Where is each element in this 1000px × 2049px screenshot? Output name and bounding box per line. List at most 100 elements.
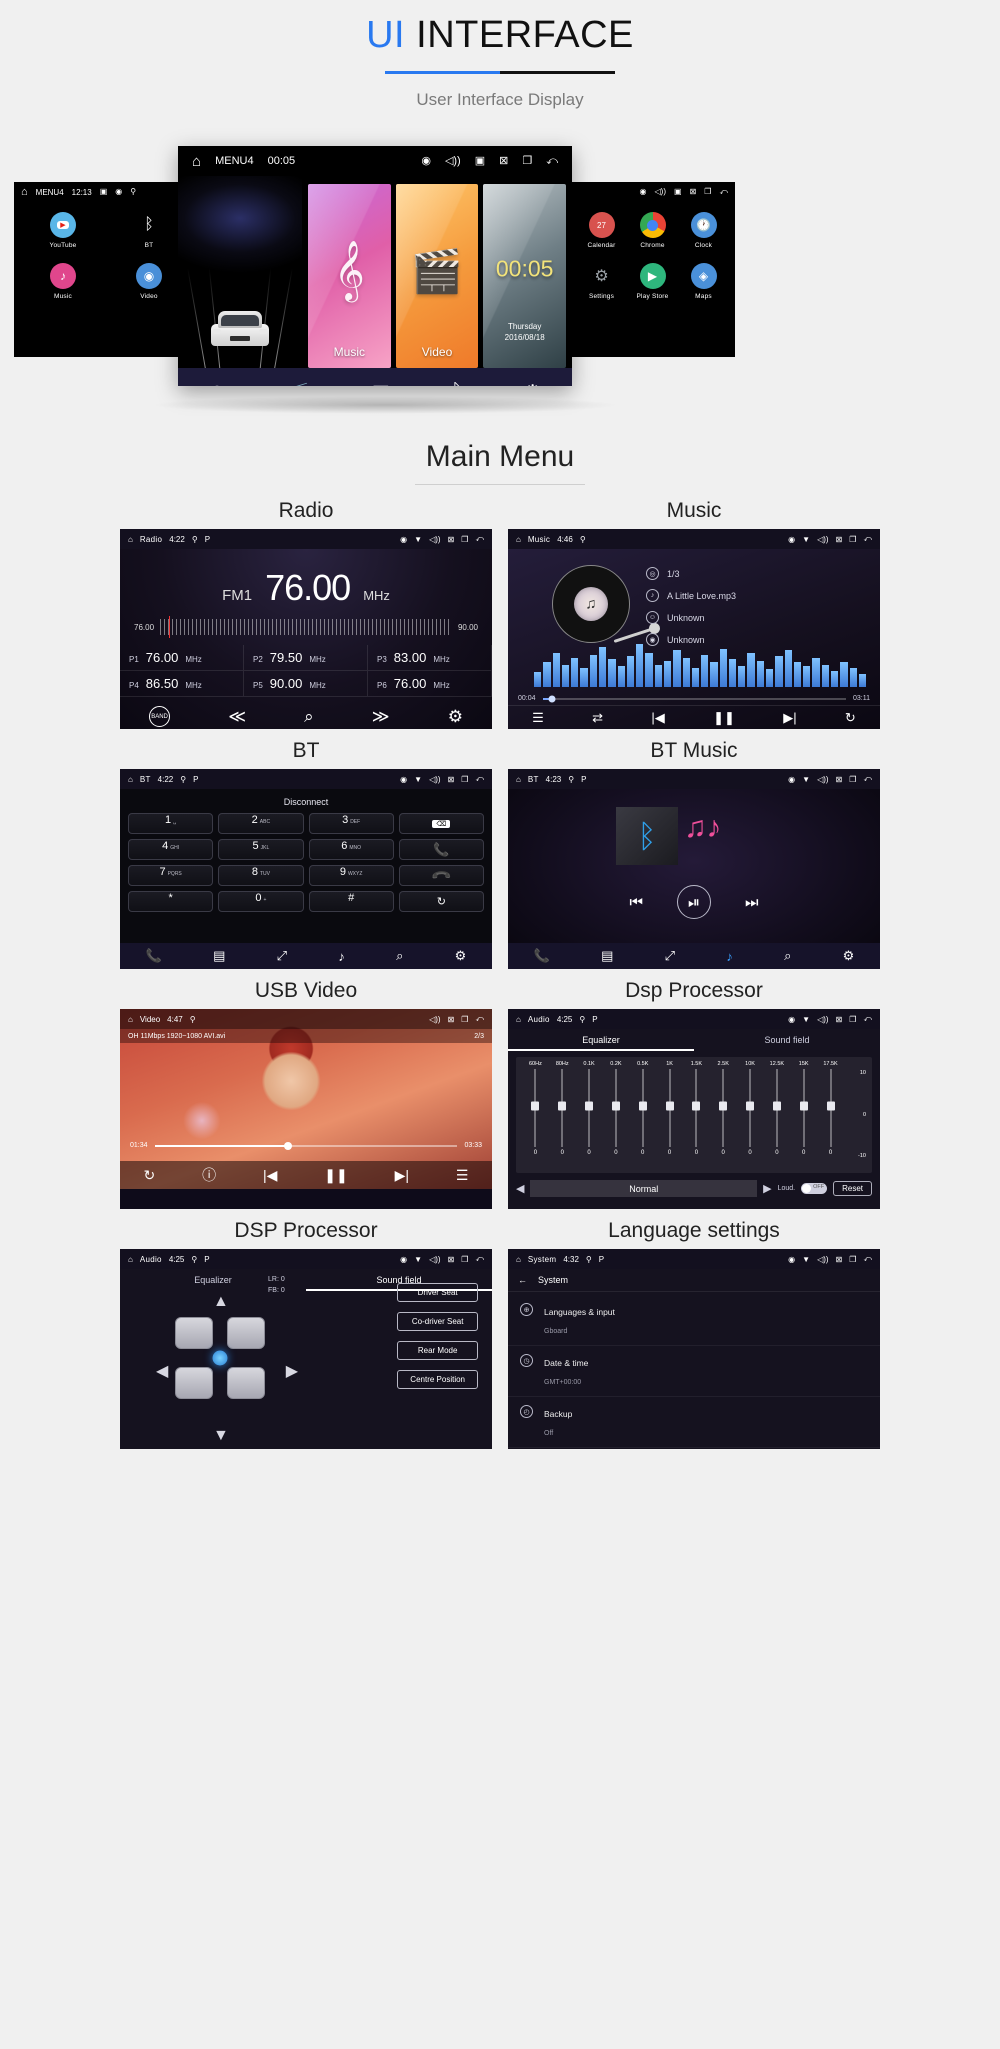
previous-icon[interactable]: ⏮ bbox=[629, 894, 643, 911]
eq-band-column[interactable]: 1K 0 bbox=[656, 1061, 683, 1173]
contacts-icon[interactable]: ▤ bbox=[213, 948, 225, 964]
eq-slider-track[interactable] bbox=[746, 1069, 755, 1147]
volume-icon[interactable]: ◁)) bbox=[429, 1015, 440, 1024]
recents-icon[interactable]: ❐ bbox=[461, 1015, 468, 1024]
close-icon[interactable]: ⊠ bbox=[448, 1255, 455, 1264]
play-pause-icon[interactable]: ⏯ bbox=[677, 885, 711, 919]
camera-icon[interactable]: ▣ bbox=[475, 155, 485, 167]
key-0[interactable]: 0 + bbox=[218, 891, 304, 912]
home-icon[interactable]: ⌂ bbox=[516, 535, 521, 544]
screen-usb-video[interactable]: ⌂ Video 4:47 ⚲ ◁)) ⊠ ❐ ⤺ OH 11Mbps 1920~… bbox=[120, 1009, 492, 1209]
eq-slider-thumb[interactable] bbox=[772, 1101, 781, 1111]
back-icon[interactable]: ⤺ bbox=[863, 774, 872, 784]
volume-icon[interactable]: ◁)) bbox=[429, 775, 440, 784]
key-6[interactable]: 6 MNO bbox=[308, 839, 394, 860]
arrow-right-icon[interactable]: ▶ bbox=[286, 1361, 298, 1381]
screen-dsp-equalizer[interactable]: ⌂ Audio 4:25 ⚲ P ◉ ▼ ◁)) ⊠ ❐ ⤺ Equalizer… bbox=[508, 1009, 880, 1209]
arrow-up-icon[interactable]: ▲ bbox=[213, 1293, 229, 1311]
screen-bt-music[interactable]: ⌂ BT 4:23 ⚲ P ◉ ▼ ◁)) ⊠ ❐ ⤺ ᛒ ♫♪ ⏮ ⏯ ⏭ 📞… bbox=[508, 769, 880, 969]
driver-seat-button[interactable]: Driver Seat bbox=[397, 1283, 478, 1302]
screen-radio[interactable]: ⌂ Radio 4:22 ⚲ P ◉ ▼ ◁)) ⊠ ❐ ⤺ FM1 76.00… bbox=[120, 529, 492, 729]
camera-icon[interactable]: ▣ bbox=[100, 188, 108, 196]
phone-icon[interactable]: 📞 bbox=[146, 948, 162, 964]
eq-band-column[interactable]: 0.5K 0 bbox=[629, 1061, 656, 1173]
key-7[interactable]: 7 PQRS bbox=[128, 865, 214, 886]
app-clock[interactable]: 🕐 Clock bbox=[680, 212, 727, 249]
back-icon[interactable]: ⤺ bbox=[475, 774, 484, 784]
home-icon[interactable]: ⌂ bbox=[516, 1255, 521, 1264]
arrow-right-icon[interactable]: ▶ bbox=[763, 1182, 771, 1195]
eq-slider-track[interactable] bbox=[692, 1069, 701, 1147]
call-accept-icon[interactable]: 📞 bbox=[398, 839, 484, 860]
back-icon[interactable]: ⤺ bbox=[863, 534, 872, 544]
tab-equalizer[interactable]: Equalizer bbox=[508, 1029, 694, 1051]
eq-band-column[interactable]: 1.5K 0 bbox=[683, 1061, 710, 1173]
recents-icon[interactable]: ❐ bbox=[849, 535, 856, 544]
card-video[interactable]: 🎬 Video bbox=[395, 184, 479, 368]
repeat-icon[interactable]: ↻ bbox=[845, 710, 856, 726]
bt-music-icon[interactable]: ♪ bbox=[338, 949, 345, 964]
eq-band-column[interactable]: 0.1K 0 bbox=[576, 1061, 603, 1173]
eq-slider-thumb[interactable] bbox=[746, 1101, 755, 1111]
back-icon[interactable]: ⤺ bbox=[719, 188, 728, 196]
eq-band-column[interactable]: 15K 0 bbox=[790, 1061, 817, 1173]
card-music[interactable]: 𝄞 Music bbox=[308, 184, 391, 368]
video-progress[interactable]: 01:34 03:33 bbox=[130, 1141, 482, 1150]
screen-dsp-sound-field[interactable]: ⌂ Audio 4:25 ⚲ P ◉ ▼ ◁)) ⊠ ❐ ⤺ Equalizer… bbox=[120, 1249, 492, 1449]
camera-icon[interactable]: ▣ bbox=[674, 188, 682, 196]
sound-field-stage[interactable]: ▲ ▼ ◀ ▶ bbox=[120, 1291, 320, 1449]
close-icon[interactable]: ⊠ bbox=[836, 1015, 843, 1024]
rear-mode-button[interactable]: Rear Mode bbox=[397, 1341, 478, 1360]
eq-slider-track[interactable] bbox=[665, 1069, 674, 1147]
home-icon[interactable]: ⌂ bbox=[128, 775, 133, 784]
home-icon[interactable]: ⌂ bbox=[192, 154, 201, 169]
seat-front-left[interactable] bbox=[175, 1317, 213, 1349]
gear-icon[interactable]: ⚙ bbox=[843, 948, 855, 964]
recents-icon[interactable]: ❐ bbox=[461, 535, 468, 544]
close-icon[interactable]: ⊠ bbox=[690, 188, 697, 196]
radio-icon[interactable]: 📻 bbox=[287, 380, 311, 386]
device-right[interactable]: ◉ ◁)) ▣ ⊠ ❐ ⤺ 27 Calendar Chrome 🕐 Clock bbox=[570, 182, 735, 357]
key-2[interactable]: 2 ABC bbox=[218, 813, 304, 834]
phone-icon[interactable]: 📞 bbox=[534, 948, 550, 964]
arrow-left-icon[interactable]: ◀ bbox=[516, 1182, 524, 1195]
volume-icon[interactable]: ◁)) bbox=[817, 775, 828, 784]
previous-icon[interactable]: |◀ bbox=[263, 1167, 277, 1184]
home-icon[interactable]: ⌂ bbox=[128, 1255, 133, 1264]
back-icon[interactable]: ⤺ bbox=[863, 1014, 872, 1024]
arrow-left-icon[interactable]: ◀ bbox=[156, 1361, 168, 1381]
band-button[interactable]: BAND bbox=[149, 706, 171, 727]
loudness-toggle[interactable]: OFF bbox=[801, 1183, 828, 1194]
eq-slider-track[interactable] bbox=[611, 1069, 620, 1147]
tab-sound-field[interactable]: Sound field bbox=[694, 1029, 880, 1051]
call-log-icon[interactable]: ⤢ bbox=[277, 948, 287, 964]
close-icon[interactable]: ⊠ bbox=[448, 1015, 455, 1024]
eq-slider-thumb[interactable] bbox=[585, 1101, 594, 1111]
app-calendar[interactable]: 27 Calendar bbox=[578, 212, 625, 249]
list-icon[interactable]: ☰ bbox=[456, 1167, 469, 1184]
preset-item[interactable]: P3 83.00 MHz bbox=[368, 645, 492, 671]
close-icon[interactable]: ⊠ bbox=[836, 775, 843, 784]
contacts-icon[interactable]: ▤ bbox=[601, 948, 613, 964]
pause-icon[interactable]: ❚❚ bbox=[713, 710, 735, 726]
call-end-icon[interactable]: 📞 bbox=[398, 865, 484, 887]
previous-icon[interactable]: |◀ bbox=[651, 710, 664, 726]
next-icon[interactable]: ⏭ bbox=[745, 894, 759, 911]
eq-slider-thumb[interactable] bbox=[638, 1101, 647, 1111]
close-icon[interactable]: ⊠ bbox=[499, 155, 508, 167]
key-8[interactable]: 8 TUV bbox=[218, 865, 304, 886]
recents-icon[interactable]: ❐ bbox=[849, 1255, 856, 1264]
eq-slider-track[interactable] bbox=[531, 1069, 540, 1147]
home-icon[interactable]: ⌂ bbox=[128, 1015, 133, 1024]
key-1[interactable]: 1 ␣ bbox=[128, 813, 214, 834]
key-3[interactable]: 3 DEF bbox=[308, 813, 394, 834]
recents-icon[interactable]: ❐ bbox=[849, 1015, 856, 1024]
pause-icon[interactable]: ❚❚ bbox=[324, 1167, 347, 1184]
call-log-icon[interactable]: ⤢ bbox=[665, 948, 675, 964]
sound-focus-dot[interactable] bbox=[212, 1350, 228, 1366]
reset-button[interactable]: Reset bbox=[833, 1181, 872, 1196]
volume-icon[interactable]: ◁)) bbox=[817, 535, 828, 544]
eq-slider-track[interactable] bbox=[799, 1069, 808, 1147]
eq-slider-thumb[interactable] bbox=[692, 1101, 701, 1111]
eq-slider-thumb[interactable] bbox=[558, 1101, 567, 1111]
